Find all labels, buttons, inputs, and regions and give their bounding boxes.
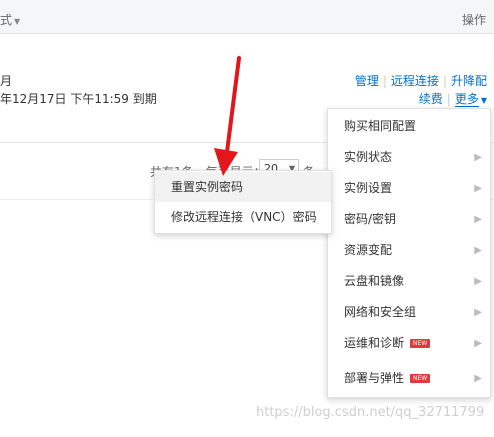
watermark-text: https://blog.csdn.net/qq_32711799 bbox=[256, 405, 485, 420]
annotation-arrow bbox=[214, 56, 241, 176]
annotation-arrow-shaft bbox=[225, 56, 241, 154]
annotation-arrow-head bbox=[214, 148, 238, 176]
